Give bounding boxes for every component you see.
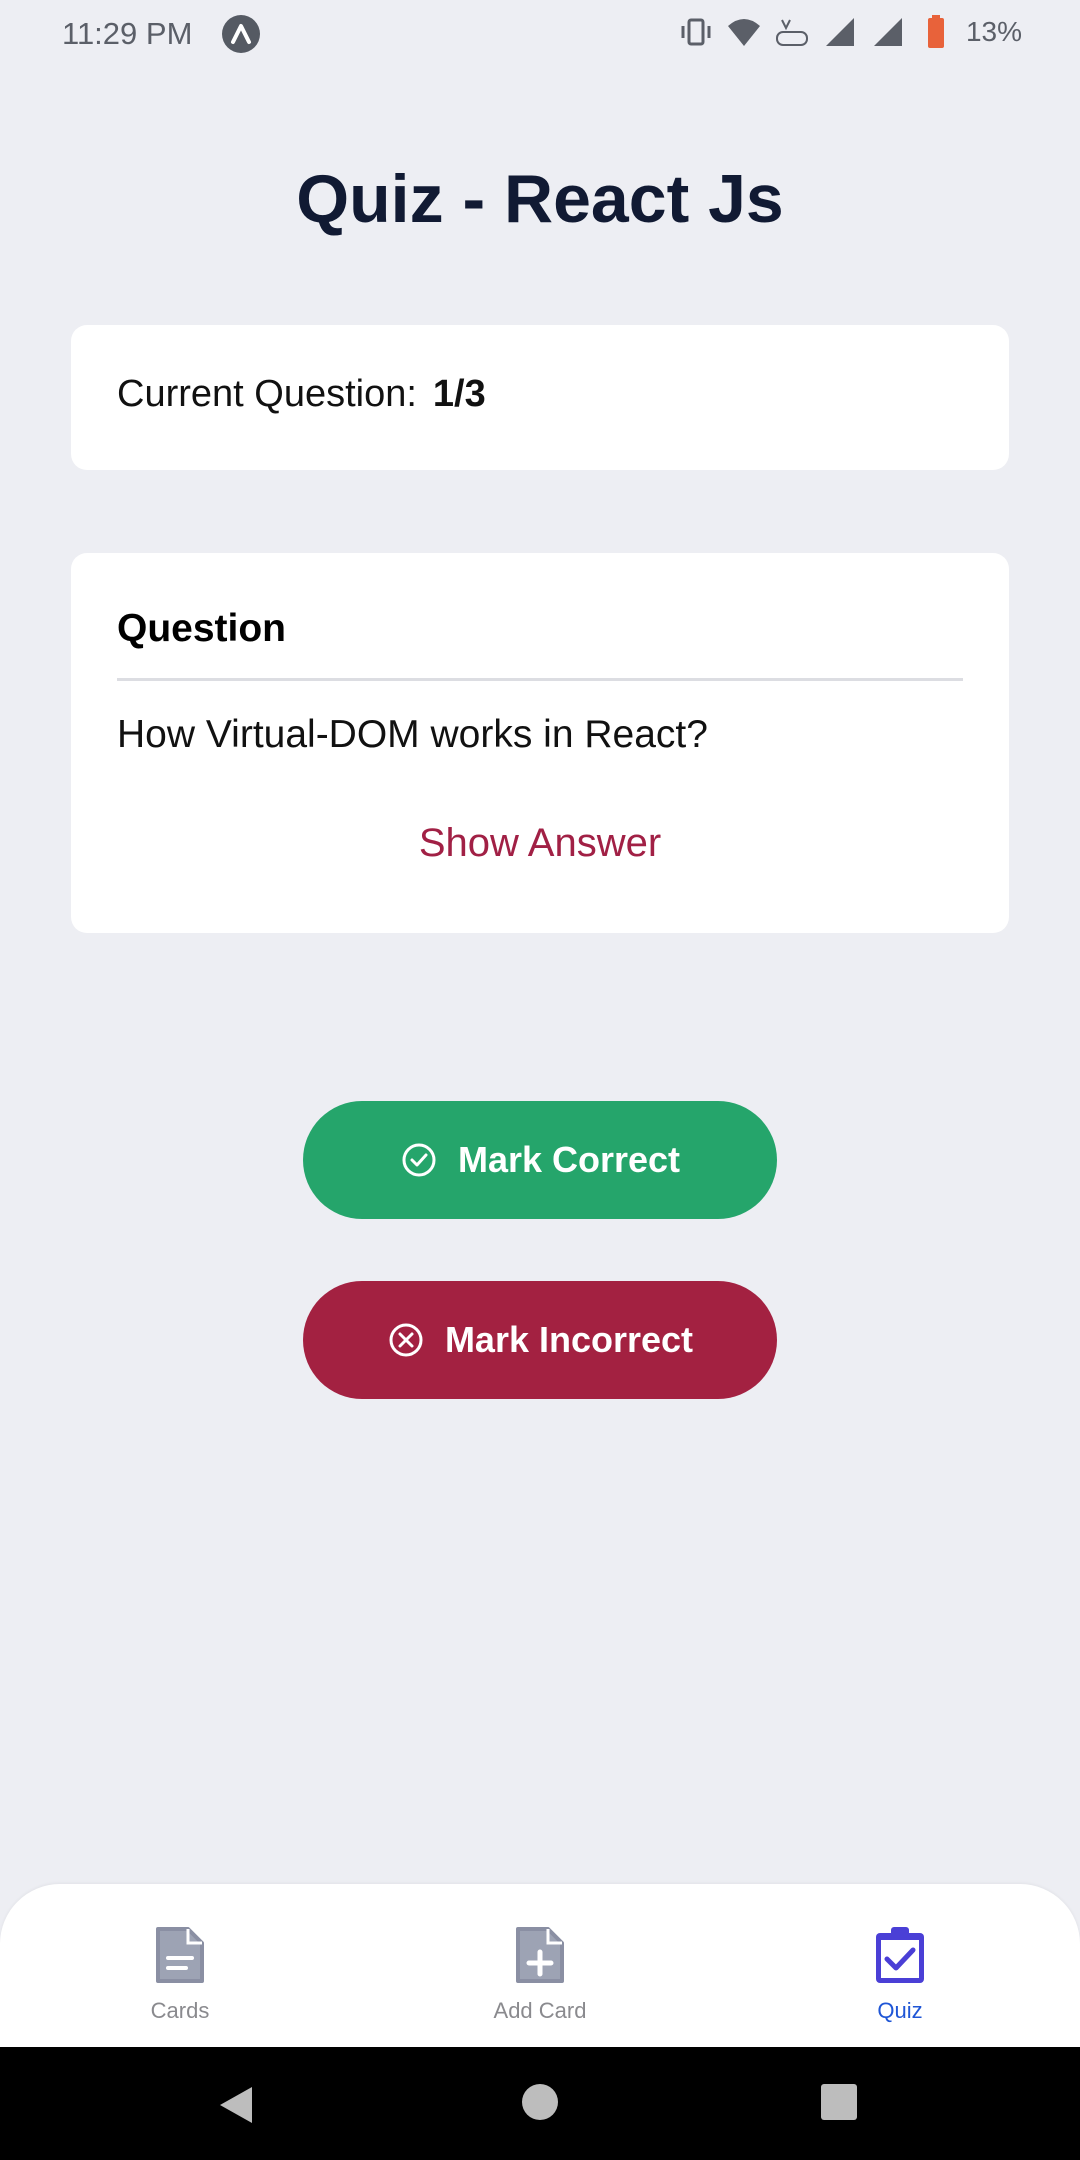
mark-correct-label: Mark Correct <box>457 1139 681 1180</box>
tab-quiz[interactable]: Quiz <box>800 1884 1000 2047</box>
progress-indicator: Current Question: 1/3 <box>117 373 486 416</box>
wifi-icon <box>727 19 760 46</box>
expo-icon <box>222 15 260 53</box>
tab-label: Add Card <box>493 1998 587 2023</box>
home-icon[interactable] <box>521 2083 559 2121</box>
status-time: 11:29 PM <box>62 16 193 51</box>
tab-add-card[interactable]: Add Card <box>440 1884 640 2047</box>
status-icons: 13% <box>678 14 1022 50</box>
volte-icon <box>775 19 808 46</box>
progress-card: Current Question: 1/3 <box>71 325 1009 470</box>
android-nav-bar <box>0 2047 1080 2160</box>
mark-incorrect-label: Mark Incorrect <box>444 1319 694 1360</box>
close-circle-icon <box>389 1323 423 1357</box>
clipboard-check-icon <box>876 1927 924 1983</box>
show-answer-button[interactable]: Show Answer <box>71 821 1009 866</box>
check-circle-icon <box>402 1143 436 1177</box>
progress-label: Current Question: <box>117 373 417 415</box>
tab-label: Cards <box>150 1998 210 2023</box>
vibrate-icon <box>681 18 711 46</box>
add-document-icon <box>516 1927 564 1983</box>
tab-cards[interactable]: Cards <box>80 1884 280 2047</box>
question-heading: Question <box>117 607 287 650</box>
question-card: Question How Virtual-DOM works in React?… <box>71 553 1009 933</box>
bottom-tab-bar: Cards Add Card Quiz <box>0 1884 1080 2047</box>
signal-icon-2 <box>873 18 902 46</box>
tab-label: Quiz <box>877 1998 923 2023</box>
back-icon[interactable] <box>216 2083 256 2127</box>
recents-icon[interactable] <box>820 2083 858 2121</box>
mark-correct-button[interactable]: Mark Correct <box>303 1101 777 1219</box>
battery-icon <box>927 15 944 48</box>
progress-value: 1/3 <box>432 373 486 415</box>
divider <box>117 678 963 681</box>
mark-incorrect-button[interactable]: Mark Incorrect <box>303 1281 777 1399</box>
signal-icon <box>825 18 854 46</box>
document-icon <box>156 1927 204 1983</box>
battery-percent: 13% <box>965 16 1022 47</box>
status-bar: 11:29 PM 13% <box>0 0 1080 70</box>
page-title: Quiz - React Js <box>296 161 784 237</box>
question-text: How Virtual-DOM works in React? <box>117 713 708 756</box>
